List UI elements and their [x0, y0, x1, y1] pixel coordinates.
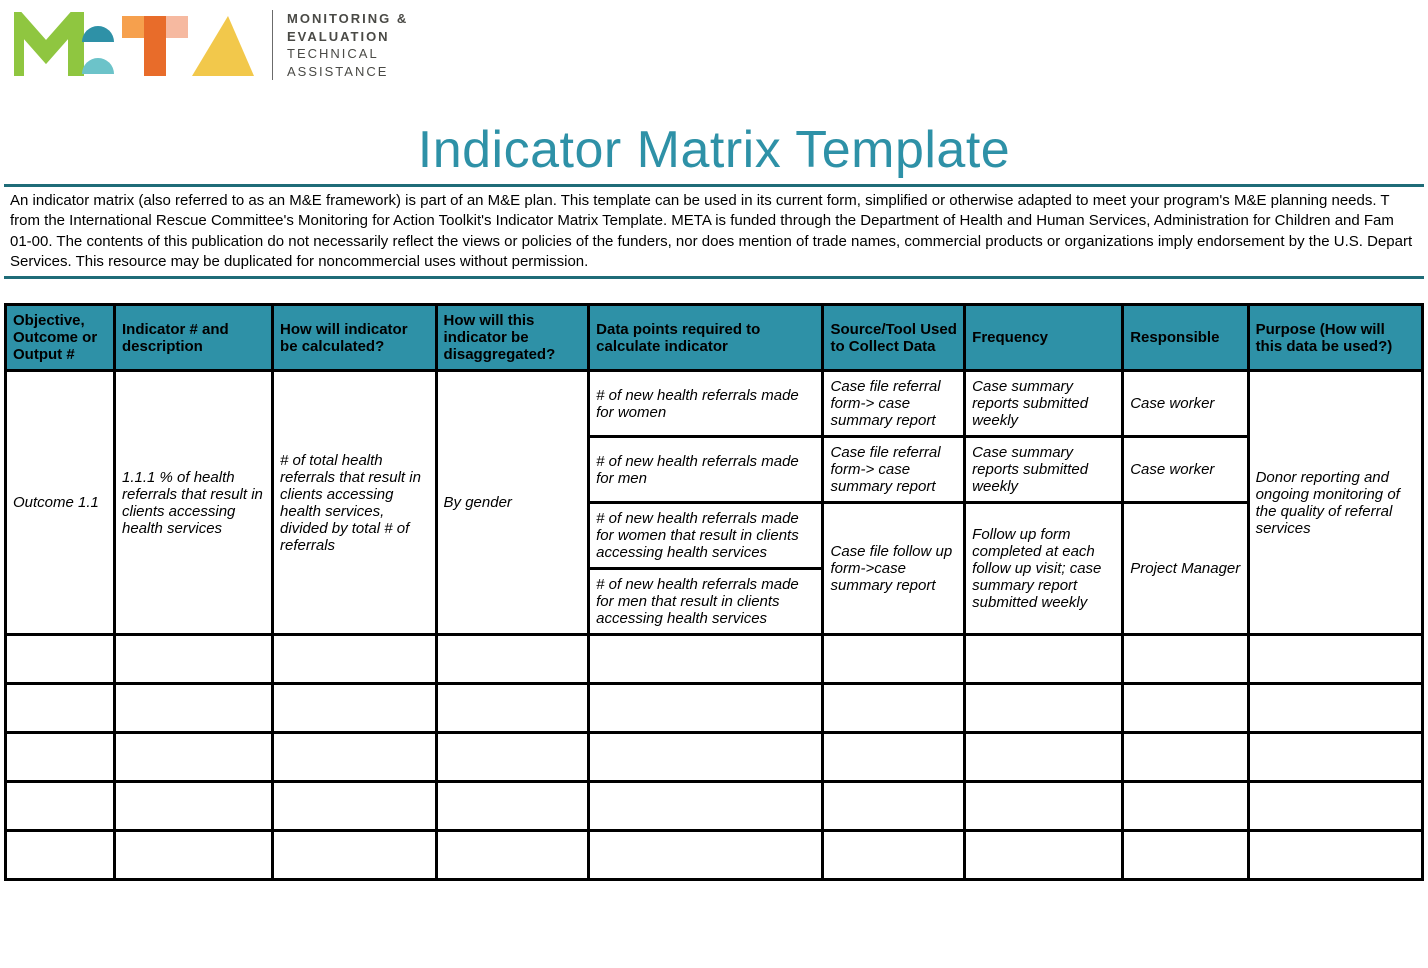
col-frequency: Frequency — [965, 305, 1123, 371]
table-row-empty — [6, 733, 1423, 782]
table-row-empty — [6, 782, 1423, 831]
tagline-line4: ASSISTANCE — [287, 63, 408, 81]
cell-responsible: Case worker — [1123, 371, 1248, 437]
tagline-line3: TECHNICAL — [287, 45, 408, 63]
cell-frequency: Follow up form completed at each follow … — [965, 503, 1123, 635]
cell-source: Case file referral form-> case summary r… — [823, 437, 965, 503]
cell-source: Case file follow up form->case summary r… — [823, 503, 965, 635]
intro-text: An indicator matrix (also referred to as… — [4, 184, 1424, 279]
cell-calculation: # of total health referrals that result … — [273, 371, 437, 635]
cell-datapoint: # of new health referrals made for men t… — [589, 569, 823, 635]
col-datapoints: Data points required to calculate indica… — [589, 305, 823, 371]
cell-disaggregation: By gender — [436, 371, 589, 635]
page-title: Indicator Matrix Template — [4, 120, 1424, 180]
table-header-row: Objective, Outcome or Output # Indicator… — [6, 305, 1423, 371]
cell-datapoint: # of new health referrals made for women — [589, 371, 823, 437]
col-purpose: Purpose (How will this data be used?) — [1248, 305, 1422, 371]
document-header: MONITORING & EVALUATION TECHNICAL ASSIST… — [4, 10, 1424, 100]
cell-datapoint: # of new health referrals made for men — [589, 437, 823, 503]
col-responsible: Responsible — [1123, 305, 1248, 371]
cell-frequency: Case summary reports submitted weekly — [965, 371, 1123, 437]
col-calculation: How will indicator be calculated? — [273, 305, 437, 371]
col-disaggregation: How will this indicator be disaggregated… — [436, 305, 589, 371]
cell-source: Case file referral form-> case summary r… — [823, 371, 965, 437]
table-row: Outcome 1.1 1.1.1 % of health referrals … — [6, 371, 1423, 437]
table-row-empty — [6, 831, 1423, 880]
cell-purpose: Donor reporting and ongoing monitoring o… — [1248, 371, 1422, 635]
col-source: Source/Tool Used to Collect Data — [823, 305, 965, 371]
cell-indicator: 1.1.1 % of health referrals that result … — [115, 371, 273, 635]
cell-responsible: Case worker — [1123, 437, 1248, 503]
table-row-empty — [6, 635, 1423, 684]
tagline-line2: EVALUATION — [287, 28, 408, 46]
cell-objective: Outcome 1.1 — [6, 371, 115, 635]
table-row-empty — [6, 684, 1423, 733]
tagline-line1: MONITORING & — [287, 10, 408, 28]
meta-logo — [14, 12, 254, 78]
col-indicator: Indicator # and description — [115, 305, 273, 371]
tagline: MONITORING & EVALUATION TECHNICAL ASSIST… — [272, 10, 408, 80]
cell-datapoint: # of new health referrals made for women… — [589, 503, 823, 569]
indicator-matrix-table: Objective, Outcome or Output # Indicator… — [4, 303, 1424, 881]
col-objective: Objective, Outcome or Output # — [6, 305, 115, 371]
cell-frequency: Case summary reports submitted weekly — [965, 437, 1123, 503]
cell-responsible: Project Manager — [1123, 503, 1248, 635]
